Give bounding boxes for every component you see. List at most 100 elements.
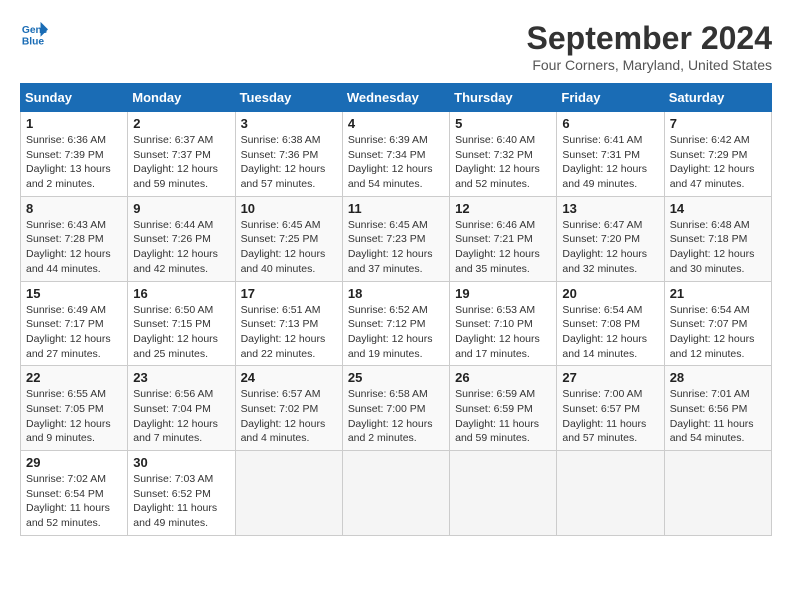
- calendar-cell: 3 Sunrise: 6:38 AM Sunset: 7:36 PM Daylig…: [235, 112, 342, 197]
- day-info: Sunrise: 6:50 AM Sunset: 7:15 PM Dayligh…: [133, 303, 229, 362]
- calendar-cell: 18 Sunrise: 6:52 AM Sunset: 7:12 PM Dayli…: [342, 281, 449, 366]
- calendar-cell: 28 Sunrise: 7:01 AM Sunset: 6:56 PM Dayli…: [664, 366, 771, 451]
- day-number: 15: [26, 286, 122, 301]
- calendar-cell: 20 Sunrise: 6:54 AM Sunset: 7:08 PM Dayli…: [557, 281, 664, 366]
- calendar-cell: [557, 451, 664, 536]
- day-number: 6: [562, 116, 658, 131]
- day-number: 16: [133, 286, 229, 301]
- calendar-cell: [235, 451, 342, 536]
- day-info: Sunrise: 6:47 AM Sunset: 7:20 PM Dayligh…: [562, 218, 658, 277]
- day-info: Sunrise: 6:55 AM Sunset: 7:05 PM Dayligh…: [26, 387, 122, 446]
- title-block: September 2024 Four Corners, Maryland, U…: [527, 20, 772, 73]
- day-number: 23: [133, 370, 229, 385]
- day-number: 12: [455, 201, 551, 216]
- col-thursday: Thursday: [450, 84, 557, 112]
- location: Four Corners, Maryland, United States: [527, 57, 772, 73]
- day-info: Sunrise: 6:41 AM Sunset: 7:31 PM Dayligh…: [562, 133, 658, 192]
- calendar-week-row: 29 Sunrise: 7:02 AM Sunset: 6:54 PM Dayli…: [21, 451, 772, 536]
- day-number: 8: [26, 201, 122, 216]
- day-info: Sunrise: 7:00 AM Sunset: 6:57 PM Dayligh…: [562, 387, 658, 446]
- day-info: Sunrise: 6:36 AM Sunset: 7:39 PM Dayligh…: [26, 133, 122, 192]
- day-number: 4: [348, 116, 444, 131]
- calendar-cell: 6 Sunrise: 6:41 AM Sunset: 7:31 PM Daylig…: [557, 112, 664, 197]
- calendar-cell: 27 Sunrise: 7:00 AM Sunset: 6:57 PM Dayli…: [557, 366, 664, 451]
- day-number: 28: [670, 370, 766, 385]
- day-number: 13: [562, 201, 658, 216]
- day-number: 20: [562, 286, 658, 301]
- calendar-week-row: 15 Sunrise: 6:49 AM Sunset: 7:17 PM Dayli…: [21, 281, 772, 366]
- day-number: 2: [133, 116, 229, 131]
- day-info: Sunrise: 6:49 AM Sunset: 7:17 PM Dayligh…: [26, 303, 122, 362]
- day-number: 7: [670, 116, 766, 131]
- day-info: Sunrise: 6:56 AM Sunset: 7:04 PM Dayligh…: [133, 387, 229, 446]
- day-info: Sunrise: 6:38 AM Sunset: 7:36 PM Dayligh…: [241, 133, 337, 192]
- calendar-week-row: 8 Sunrise: 6:43 AM Sunset: 7:28 PM Daylig…: [21, 196, 772, 281]
- month-title: September 2024: [527, 20, 772, 57]
- calendar-cell: 29 Sunrise: 7:02 AM Sunset: 6:54 PM Dayli…: [21, 451, 128, 536]
- col-sunday: Sunday: [21, 84, 128, 112]
- calendar-cell: 8 Sunrise: 6:43 AM Sunset: 7:28 PM Daylig…: [21, 196, 128, 281]
- col-saturday: Saturday: [664, 84, 771, 112]
- calendar-cell: 25 Sunrise: 6:58 AM Sunset: 7:00 PM Dayli…: [342, 366, 449, 451]
- day-number: 10: [241, 201, 337, 216]
- calendar-cell: 14Sunrise: 6:48 AM Sunset: 7:18 PM Dayli…: [664, 196, 771, 281]
- day-info: Sunrise: 6:46 AM Sunset: 7:21 PM Dayligh…: [455, 218, 551, 277]
- calendar-cell: 17 Sunrise: 6:51 AM Sunset: 7:13 PM Dayli…: [235, 281, 342, 366]
- calendar-cell: 12 Sunrise: 6:46 AM Sunset: 7:21 PM Dayli…: [450, 196, 557, 281]
- calendar-body: 1 Sunrise: 6:36 AM Sunset: 7:39 PM Daylig…: [21, 112, 772, 536]
- calendar-week-row: 22 Sunrise: 6:55 AM Sunset: 7:05 PM Dayli…: [21, 366, 772, 451]
- calendar-cell: 1 Sunrise: 6:36 AM Sunset: 7:39 PM Daylig…: [21, 112, 128, 197]
- calendar-cell: 5Sunrise: 6:40 AM Sunset: 7:32 PM Daylig…: [450, 112, 557, 197]
- day-number: 17: [241, 286, 337, 301]
- calendar-cell: 30 Sunrise: 7:03 AM Sunset: 6:52 PM Dayli…: [128, 451, 235, 536]
- day-info: Sunrise: 6:42 AM Sunset: 7:29 PM Dayligh…: [670, 133, 766, 192]
- day-number: 29: [26, 455, 122, 470]
- day-number: 24: [241, 370, 337, 385]
- day-number: 22: [26, 370, 122, 385]
- day-info: Sunrise: 7:01 AM Sunset: 6:56 PM Dayligh…: [670, 387, 766, 446]
- calendar-cell: 23 Sunrise: 6:56 AM Sunset: 7:04 PM Dayli…: [128, 366, 235, 451]
- day-info: Sunrise: 6:44 AM Sunset: 7:26 PM Dayligh…: [133, 218, 229, 277]
- day-info: Sunrise: 6:54 AM Sunset: 7:08 PM Dayligh…: [562, 303, 658, 362]
- day-number: 1: [26, 116, 122, 131]
- day-number: 9: [133, 201, 229, 216]
- calendar-cell: 26Sunrise: 6:59 AM Sunset: 6:59 PM Dayli…: [450, 366, 557, 451]
- day-info: Sunrise: 6:43 AM Sunset: 7:28 PM Dayligh…: [26, 218, 122, 277]
- day-info: Sunrise: 6:58 AM Sunset: 7:00 PM Dayligh…: [348, 387, 444, 446]
- day-info: Sunrise: 6:51 AM Sunset: 7:13 PM Dayligh…: [241, 303, 337, 362]
- logo-icon: General Blue: [20, 20, 48, 48]
- day-info: Sunrise: 6:39 AM Sunset: 7:34 PM Dayligh…: [348, 133, 444, 192]
- calendar-cell: 2Sunrise: 6:37 AM Sunset: 7:37 PM Daylig…: [128, 112, 235, 197]
- day-number: 18: [348, 286, 444, 301]
- col-friday: Friday: [557, 84, 664, 112]
- calendar-cell: 22 Sunrise: 6:55 AM Sunset: 7:05 PM Dayli…: [21, 366, 128, 451]
- calendar-cell: 7 Sunrise: 6:42 AM Sunset: 7:29 PM Daylig…: [664, 112, 771, 197]
- day-info: Sunrise: 6:54 AM Sunset: 7:07 PM Dayligh…: [670, 303, 766, 362]
- calendar-cell: 16 Sunrise: 6:50 AM Sunset: 7:15 PM Dayli…: [128, 281, 235, 366]
- calendar-cell: 13 Sunrise: 6:47 AM Sunset: 7:20 PM Dayli…: [557, 196, 664, 281]
- day-info: Sunrise: 7:02 AM Sunset: 6:54 PM Dayligh…: [26, 472, 122, 531]
- calendar-cell: 9 Sunrise: 6:44 AM Sunset: 7:26 PM Daylig…: [128, 196, 235, 281]
- day-info: Sunrise: 6:53 AM Sunset: 7:10 PM Dayligh…: [455, 303, 551, 362]
- day-number: 3: [241, 116, 337, 131]
- calendar-cell: [450, 451, 557, 536]
- page-header: General Blue September 2024 Four Corners…: [20, 20, 772, 73]
- day-info: Sunrise: 6:52 AM Sunset: 7:12 PM Dayligh…: [348, 303, 444, 362]
- col-tuesday: Tuesday: [235, 84, 342, 112]
- calendar-cell: 10Sunrise: 6:45 AM Sunset: 7:25 PM Dayli…: [235, 196, 342, 281]
- calendar-cell: 15 Sunrise: 6:49 AM Sunset: 7:17 PM Dayli…: [21, 281, 128, 366]
- day-number: 27: [562, 370, 658, 385]
- day-number: 25: [348, 370, 444, 385]
- day-number: 14: [670, 201, 766, 216]
- col-monday: Monday: [128, 84, 235, 112]
- calendar-cell: 11Sunrise: 6:45 AM Sunset: 7:23 PM Dayli…: [342, 196, 449, 281]
- calendar-cell: [664, 451, 771, 536]
- day-number: 11: [348, 201, 444, 216]
- day-info: Sunrise: 6:40 AM Sunset: 7:32 PM Dayligh…: [455, 133, 551, 192]
- calendar-cell: 21Sunrise: 6:54 AM Sunset: 7:07 PM Dayli…: [664, 281, 771, 366]
- calendar-table: Sunday Monday Tuesday Wednesday Thursday…: [20, 83, 772, 536]
- calendar-cell: 24Sunrise: 6:57 AM Sunset: 7:02 PM Dayli…: [235, 366, 342, 451]
- day-info: Sunrise: 7:03 AM Sunset: 6:52 PM Dayligh…: [133, 472, 229, 531]
- day-info: Sunrise: 6:59 AM Sunset: 6:59 PM Dayligh…: [455, 387, 551, 446]
- day-number: 30: [133, 455, 229, 470]
